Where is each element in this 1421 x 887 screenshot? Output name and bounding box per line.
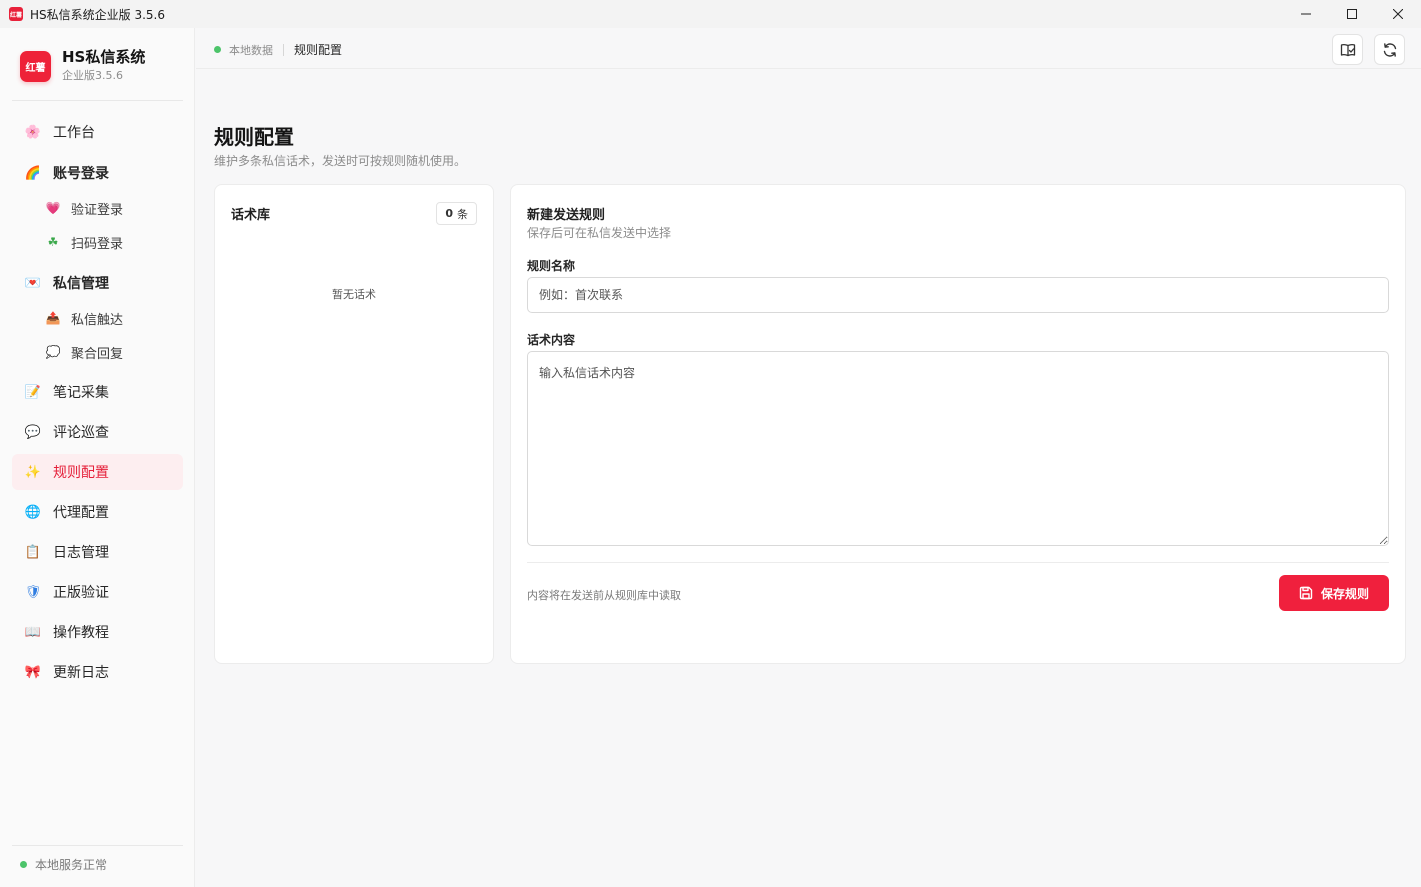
sidebar-divider xyxy=(12,845,183,846)
clover-icon: ☘ xyxy=(47,235,59,249)
sidebar-item-label: 评论巡查 xyxy=(53,425,109,441)
library-empty-state: 暂无话术 xyxy=(332,288,376,301)
love-letter-icon: 💌 xyxy=(24,275,42,291)
sidebar-item-changelog[interactable]: 🎀 更新日志 xyxy=(12,654,183,690)
breadcrumb-root: 本地数据 xyxy=(229,43,273,57)
sidebar-divider xyxy=(12,100,183,101)
save-rule-label: 保存规则 xyxy=(1320,586,1369,601)
script-content-textarea[interactable] xyxy=(527,351,1389,546)
status-dot-icon xyxy=(20,861,27,868)
sidebar-item-label: 规则配置 xyxy=(53,465,109,481)
heart-icon: 💗 xyxy=(45,201,61,215)
open-book-icon: 📖 xyxy=(24,624,42,640)
save-rule-button[interactable]: 保存规则 xyxy=(1279,575,1389,611)
sidebar-item-label: 正版验证 xyxy=(53,585,109,601)
library-count-unit: 条 xyxy=(457,207,468,221)
header-bar: 本地数据 规则配置 xyxy=(196,28,1421,69)
sidebar-item-label: 聚合回复 xyxy=(71,346,124,362)
form-title: 新建发送规则 xyxy=(527,208,606,223)
minimize-icon xyxy=(1301,13,1311,15)
script-library-card: 话术库 0 条 暂无话术 xyxy=(214,184,494,664)
sidebar-item-license-verify[interactable]: 🛡 正版验证 xyxy=(12,574,183,610)
close-icon xyxy=(1393,9,1403,19)
ribbon-icon: 🎀 xyxy=(24,664,42,680)
flower-icon: 🌸 xyxy=(24,124,42,140)
sidebar-item-label: 更新日志 xyxy=(53,665,109,681)
sidebar-item-label: 验证登录 xyxy=(71,202,124,218)
brand-name: HS私信系统 xyxy=(62,48,146,66)
app-icon: 红薯 xyxy=(9,7,23,21)
minimize-button[interactable] xyxy=(1283,0,1329,28)
brand: 红薯 HS私信系统 企业版3.5.6 xyxy=(20,48,145,84)
sidebar-item-aggregate-reply[interactable]: 💭 聚合回复 xyxy=(12,337,183,367)
sidebar: 红薯 HS私信系统 企业版3.5.6 🌸 工作台 🌈 账号登录 💗 验证登录 ☘… xyxy=(0,28,195,887)
sidebar-item-scan-login[interactable]: ☘ 扫码登录 xyxy=(12,227,183,257)
sidebar-item-message-reach[interactable]: 📤 私信触达 xyxy=(12,303,183,333)
sidebar-item-comment-patrol[interactable]: 💬 评论巡查 xyxy=(12,414,183,450)
new-rule-form-card: 新建发送规则 保存后可在私信发送中选择 规则名称 话术内容 内容将在发送前从规则… xyxy=(510,184,1406,664)
guide-button[interactable] xyxy=(1332,34,1363,65)
script-content-label: 话术内容 xyxy=(527,333,576,347)
sidebar-item-label: 日志管理 xyxy=(53,545,109,561)
sidebar-item-label: 账号登录 xyxy=(53,166,109,182)
sidebar-item-label: 笔记采集 xyxy=(53,385,109,401)
rainbow-icon: 🌈 xyxy=(24,165,42,181)
sidebar-item-account-login[interactable]: 🌈 账号登录 xyxy=(12,155,183,191)
outbox-icon: 📤 xyxy=(45,311,61,325)
breadcrumb-current: 规则配置 xyxy=(294,43,343,57)
library-title: 话术库 xyxy=(231,208,271,223)
sidebar-item-label: 扫码登录 xyxy=(71,236,124,252)
rule-name-input[interactable] xyxy=(527,277,1389,313)
maximize-button[interactable] xyxy=(1329,0,1375,28)
sidebar-item-note-collection[interactable]: 📝 笔记采集 xyxy=(12,374,183,410)
sidebar-item-label: 代理配置 xyxy=(53,505,109,521)
window-titlebar: 红薯 HS私信系统企业版 3.5.6 xyxy=(0,0,1421,28)
rule-name-label: 规则名称 xyxy=(527,259,576,273)
library-count: 0 xyxy=(445,207,453,220)
form-hint: 内容将在发送前从规则库中读取 xyxy=(527,589,681,602)
maximize-icon xyxy=(1347,9,1357,19)
sidebar-item-label: 工作台 xyxy=(53,125,95,141)
clipboard-icon: 📋 xyxy=(24,544,42,560)
brand-logo: 红薯 xyxy=(20,50,51,82)
window-title: HS私信系统企业版 3.5.6 xyxy=(30,7,165,22)
sidebar-item-label: 操作教程 xyxy=(53,625,109,641)
memo-icon: 📝 xyxy=(24,384,42,400)
sidebar-item-label: 私信管理 xyxy=(53,276,109,292)
library-count-badge: 0 条 xyxy=(436,202,477,225)
service-status: 本地服务正常 xyxy=(20,856,107,873)
form-divider xyxy=(527,562,1389,563)
page-description: 维护多条私信话术，发送时可按规则随机使用。 xyxy=(214,154,467,168)
sparkles-icon: ✨ xyxy=(24,464,42,480)
thought-bubble-icon: 💭 xyxy=(45,345,61,359)
sidebar-item-workbench[interactable]: 🌸 工作台 xyxy=(12,114,183,150)
form-subtitle: 保存后可在私信发送中选择 xyxy=(527,226,672,240)
sidebar-item-tutorial[interactable]: 📖 操作教程 xyxy=(12,614,183,650)
shield-icon: 🛡 xyxy=(24,584,42,600)
sidebar-item-message-management[interactable]: 💌 私信管理 xyxy=(12,265,183,301)
sidebar-item-verify-login[interactable]: 💗 验证登录 xyxy=(12,193,183,223)
refresh-icon xyxy=(1383,42,1396,57)
brand-version: 企业版3.5.6 xyxy=(62,69,123,82)
speech-bubble-icon: 💬 xyxy=(24,424,42,440)
sidebar-item-proxy-config[interactable]: 🌐 代理配置 xyxy=(12,494,183,530)
globe-icon: 🌐 xyxy=(24,504,42,520)
page-title: 规则配置 xyxy=(214,125,294,149)
status-dot-icon xyxy=(214,46,221,53)
refresh-button[interactable] xyxy=(1374,34,1405,65)
sidebar-item-log-management[interactable]: 📋 日志管理 xyxy=(12,534,183,570)
sidebar-item-rule-config[interactable]: ✨ 规则配置 xyxy=(12,454,183,490)
breadcrumb-separator xyxy=(283,43,284,56)
service-status-text: 本地服务正常 xyxy=(35,858,108,872)
save-icon xyxy=(1299,586,1313,600)
sidebar-item-label: 私信触达 xyxy=(71,312,124,328)
book-check-icon xyxy=(1340,43,1355,56)
close-button[interactable] xyxy=(1375,0,1421,28)
breadcrumb: 本地数据 规则配置 xyxy=(214,41,342,58)
